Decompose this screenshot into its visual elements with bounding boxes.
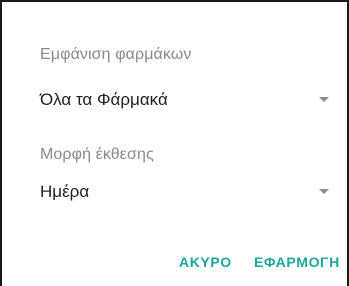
report-format-value: Ημέρα — [40, 182, 90, 201]
filter-dialog: Εμφάνιση φαρμάκων Όλα τα Φάρμακά Μορφή έ… — [2, 2, 347, 286]
dialog-frame: Εμφάνιση φαρμάκων Όλα τα Φάρμακά Μορφή έ… — [0, 0, 349, 286]
dialog-actions: ΑΚΥΡΟ ΕΦΑΡΜΟΓΗ — [2, 250, 347, 274]
apply-button[interactable]: ΕΦΑΡΜΟΓΗ — [254, 250, 340, 274]
medication-display-select[interactable]: Όλα τα Φάρμακά — [40, 86, 333, 114]
medication-display-label: Εμφάνιση φαρμάκων — [40, 46, 192, 63]
cancel-button[interactable]: ΑΚΥΡΟ — [179, 250, 232, 274]
chevron-down-icon — [319, 97, 329, 102]
medication-display-value: Όλα τα Φάρμακά — [40, 90, 168, 109]
report-format-label: Μορφή έκθεσης — [40, 146, 154, 163]
chevron-down-icon — [319, 189, 329, 194]
report-format-select[interactable]: Ημέρα — [40, 178, 333, 206]
